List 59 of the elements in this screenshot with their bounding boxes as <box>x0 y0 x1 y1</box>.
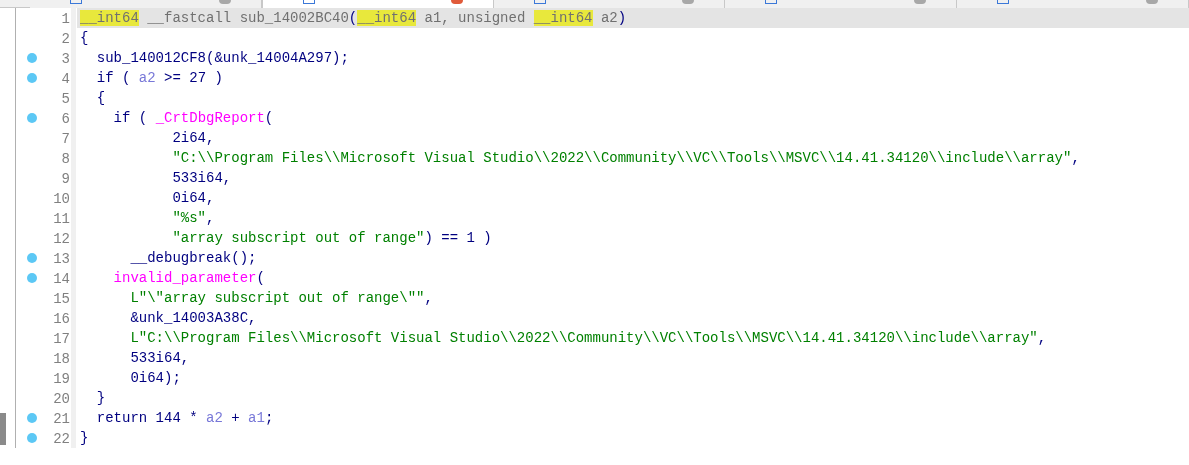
line-number: 2 <box>61 31 70 47</box>
line-number: 11 <box>53 211 70 227</box>
scrollbar-thumb[interactable] <box>0 413 6 445</box>
code-line: "C:\\Program Files\\Microsoft Visual Studio\\2022\\Community\\VC\\Tools\\MSVC\\14.41.34120\\include\\array", <box>171 149 1080 168</box>
line-number: 1 <box>61 11 70 27</box>
code-line: 533i64, <box>129 349 190 368</box>
line-number: 16 <box>53 311 70 327</box>
code-line: if ( a2 >= 27 ) <box>95 69 223 88</box>
line-number: 7 <box>61 131 70 147</box>
line-number: 14 <box>53 271 70 287</box>
code-line: invalid_parameter( <box>112 269 265 288</box>
line-number: 15 <box>53 291 70 307</box>
close-icon[interactable] <box>682 0 695 4</box>
line-number: 4 <box>61 71 70 87</box>
code-line: 0i64); <box>129 369 181 388</box>
tab[interactable] <box>493 0 726 8</box>
code-line: L"\"array subscript out of range\"", <box>129 289 433 308</box>
code-line: { <box>80 29 89 48</box>
code-line: "%s", <box>171 209 215 228</box>
code-line: } <box>95 389 106 408</box>
code-line: } <box>80 429 89 448</box>
code-line: { <box>95 89 106 108</box>
code-line: 533i64, <box>171 169 232 188</box>
code-line: 2i64, <box>171 129 215 148</box>
tab[interactable] <box>725 0 958 8</box>
tab-icon <box>997 0 1010 4</box>
tab[interactable] <box>957 0 1189 8</box>
line-number: 13 <box>53 251 70 267</box>
tab-icon <box>765 0 778 4</box>
close-icon[interactable] <box>218 0 231 4</box>
tab[interactable] <box>261 0 494 8</box>
tab[interactable] <box>30 0 262 8</box>
line-number: 8 <box>61 151 70 167</box>
line-number: 3 <box>61 51 70 67</box>
line-number: 12 <box>53 231 70 247</box>
tab-icon <box>533 0 546 4</box>
line-number: 20 <box>53 391 70 407</box>
line-number: 6 <box>61 111 70 127</box>
code-line: &unk_14003A38C, <box>129 309 257 328</box>
line-number: 10 <box>53 191 70 207</box>
line-number: 9 <box>61 171 70 187</box>
code-line: L"C:\\Program Files\\Microsoft Visual Studio\\2022\\Community\\VC\\Tools\\MSVC\\14.41.34120\\include\\array", <box>129 329 1047 348</box>
tab-icon <box>70 0 82 4</box>
code-line: __debugbreak(); <box>129 249 257 268</box>
line-number: 5 <box>61 91 70 107</box>
code-line: if ( _CrtDbgReport( <box>112 109 274 128</box>
code-line: "array subscript out of range") == 1 ) <box>171 229 492 248</box>
close-icon[interactable] <box>914 0 927 4</box>
line-number: 19 <box>53 371 70 387</box>
code-line: 0i64, <box>171 189 215 208</box>
line-number: 18 <box>53 351 70 367</box>
code-line: sub_140012CF8(&unk_14004A297); <box>95 49 349 68</box>
line-number: 22 <box>53 431 70 447</box>
close-icon[interactable] <box>1146 0 1158 4</box>
line-number: 17 <box>53 331 70 347</box>
code-line: return 144 * a2 + a1; <box>95 409 274 428</box>
line-number: 21 <box>53 411 70 427</box>
close-icon[interactable] <box>450 0 463 4</box>
tab-icon <box>302 0 315 4</box>
